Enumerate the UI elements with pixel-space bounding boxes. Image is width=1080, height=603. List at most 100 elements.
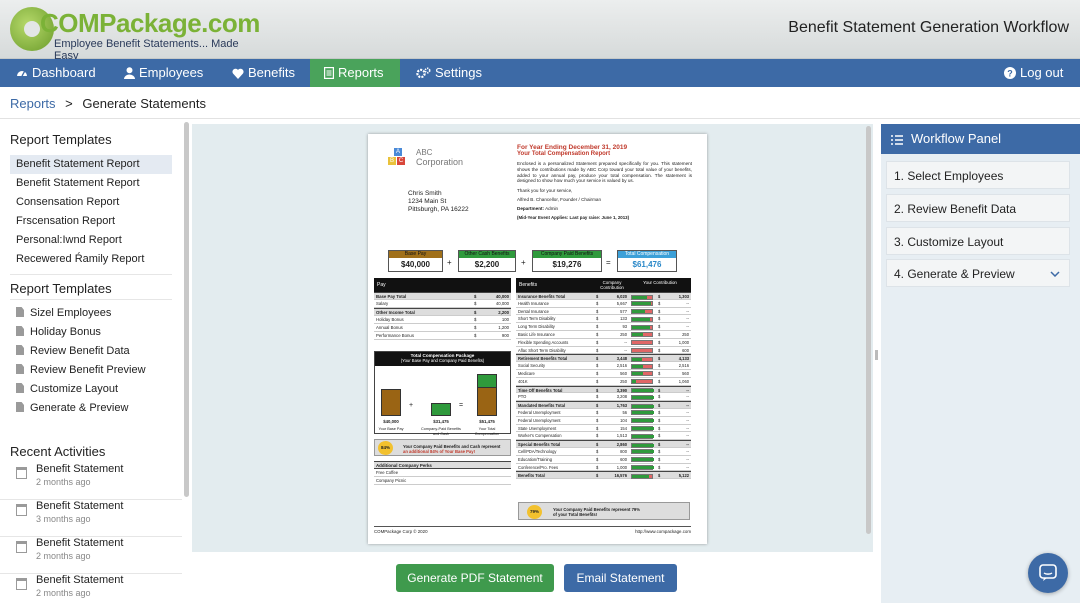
chat-button[interactable] [1028,553,1068,593]
currency-symbol: $ [596,370,599,376]
email-statement-button[interactable]: Email Statement [564,564,677,592]
benefits-header: Benefits Company Contribution Your Contr… [516,278,691,292]
template-step-label: Review Benefit Data [30,345,130,357]
nav-reports[interactable]: Reports [310,59,400,87]
contribution-bar [631,410,654,416]
benefit-company-value: 250 [620,331,627,337]
workflow-step-review-data[interactable]: 2. Review Benefit Data [886,194,1070,222]
template-item[interactable]: Consensation Report [10,193,172,212]
currency-symbol: $ [658,347,661,353]
benefit-row-label: Long Term Disability [518,324,555,330]
callout-box: 79% Your Company Paid Benefits represent… [518,502,690,520]
benefit-company-value: 3,390 [616,387,627,393]
template-item[interactable]: Benefit Statement Report [10,155,172,174]
nav-settings[interactable]: Settings [402,59,496,87]
chevron-down-icon[interactable] [1050,271,1060,277]
benefits-header-label: Benefits [519,282,538,288]
benefit-row: 401K $250 $1,060 [516,378,691,386]
currency-symbol: $ [658,409,661,415]
benefit-your-value: -- [686,316,689,322]
template-step-item[interactable]: Generate & Preview [16,399,128,418]
pay-row-currency: $ [474,333,477,338]
template-step-item[interactable]: Sizel Employees [16,304,111,323]
benefit-your-value: 560 [682,370,689,376]
workflow-step-select-employees[interactable]: 1. Select Employees [886,161,1070,189]
pay-row-currency: $ [474,301,477,306]
template-item[interactable]: Recewered Ŕamily Report [10,250,172,269]
nav-benefits[interactable]: Benefits [218,59,309,87]
package-bar-label: Your Total Compensation [474,427,500,436]
activity-item[interactable]: Benefit Statement 2 months ago [0,463,182,500]
benefit-company-value: 577 [620,308,627,314]
contribution-bar [631,371,653,377]
currency-symbol: $ [596,387,599,393]
benefit-your-value: -- [686,425,689,431]
currency-symbol: $ [658,425,661,431]
pay-row-label: Other Income Total [376,310,415,315]
contribution-bar-fill [632,310,645,314]
benefit-row-label: Social Security [518,363,546,369]
pay-rows: Base Pay Total $40,000 Salary $40,000 Other … [374,292,511,340]
calendar-icon [16,504,27,516]
template-item[interactable]: Personal:Iwnd Report [10,231,172,250]
workflow-step-customize-layout[interactable]: 3. Customize Layout [886,227,1070,255]
breadcrumb-reports-link[interactable]: Reports [10,96,56,111]
template-step-item[interactable]: Holiday Bonus [16,323,101,342]
contribution-bar [631,426,654,432]
company-name: ABC Corporation [416,148,463,167]
benefit-row: Time Off Benefits Total $3,390 $ -- [516,385,691,394]
pay-row-value: 1,200 [498,325,509,330]
benefit-company-value: 1,763 [616,403,627,409]
preview-scrollbar[interactable] [866,126,871,534]
summary-box: Total Compensation $61,476 [617,250,677,272]
logout-button[interactable]: ? Log out [990,59,1077,87]
currency-symbol: $ [658,448,661,454]
activity-item[interactable]: Benefit Statement 3 months ago [0,500,182,537]
activity-title: Benefit Statement [36,537,124,549]
template-step-item[interactable]: Customize Layout [16,380,118,399]
comp-heading: Your Total Compensation Report [517,151,611,157]
benefit-your-value: -- [686,394,689,400]
package-bar [431,403,451,416]
benefit-company-value: 2,516 [616,363,627,369]
activity-title: Benefit Statement [36,574,124,586]
benefit-your-value: 2,516 [678,363,689,369]
summary-label: Other Cash Benefits [459,251,515,258]
benefit-row: Medicare $560 $560 [516,370,691,378]
nav-dashboard[interactable]: Dashboard [2,59,110,87]
currency-symbol: $ [658,316,661,322]
currency-symbol: $ [658,356,661,362]
contribution-bar [631,394,654,400]
sidebar-scrollbar[interactable] [184,122,189,497]
benefit-your-value: -- [686,433,689,439]
benefit-row: Long Term Disability $93 $ -- [516,323,691,331]
generate-pdf-button[interactable]: Generate PDF Statement [396,564,554,592]
currency-symbol: $ [596,403,599,409]
package-bar-label: Your Base Pay [378,427,404,431]
activity-item[interactable]: Benefit Statement 2 months ago [0,574,182,603]
perks-table: Additional Company Perks Free Coffee Com… [374,461,511,485]
workflow-step-generate-preview[interactable]: 4. Generate & Preview [886,259,1070,287]
activity-item[interactable]: Benefit Statement 2 months ago [0,537,182,574]
template-item[interactable]: Benefit Statement Report [10,174,172,193]
benefit-row-label: Benefits Total [518,473,545,479]
benefit-company-value: 250 [620,378,627,384]
template-step-item[interactable]: Review Benefit Preview [16,361,146,380]
template-item[interactable]: Frscensation Report [10,212,172,231]
svg-text:?: ? [1007,68,1013,78]
contribution-bar-fill [632,325,650,329]
benefit-company-value: 133 [620,316,627,322]
benefit-row-label: PTO [518,394,527,400]
benefit-your-value: -- [686,387,689,393]
nav-dashboard-label: Dashboard [32,65,96,80]
panel-splitter[interactable] [875,350,878,360]
nav-benefits-label: Benefits [248,65,295,80]
template-step-item[interactable]: Review Benefit Data [16,342,130,361]
pay-row: Annual Bonus $1,200 [374,324,511,332]
workflow-panel: Workflow Panel 1. Select Employees 2. Re… [881,124,1080,603]
benefit-row: Mandated Benefits Total $1,763 $ -- [516,401,691,409]
company-logo[interactable]: COMPackage.com Employee Benefit Statemen… [10,5,260,62]
currency-symbol: $ [596,464,599,470]
nav-employees[interactable]: Employees [110,59,217,87]
benefit-your-value: -- [686,456,689,462]
